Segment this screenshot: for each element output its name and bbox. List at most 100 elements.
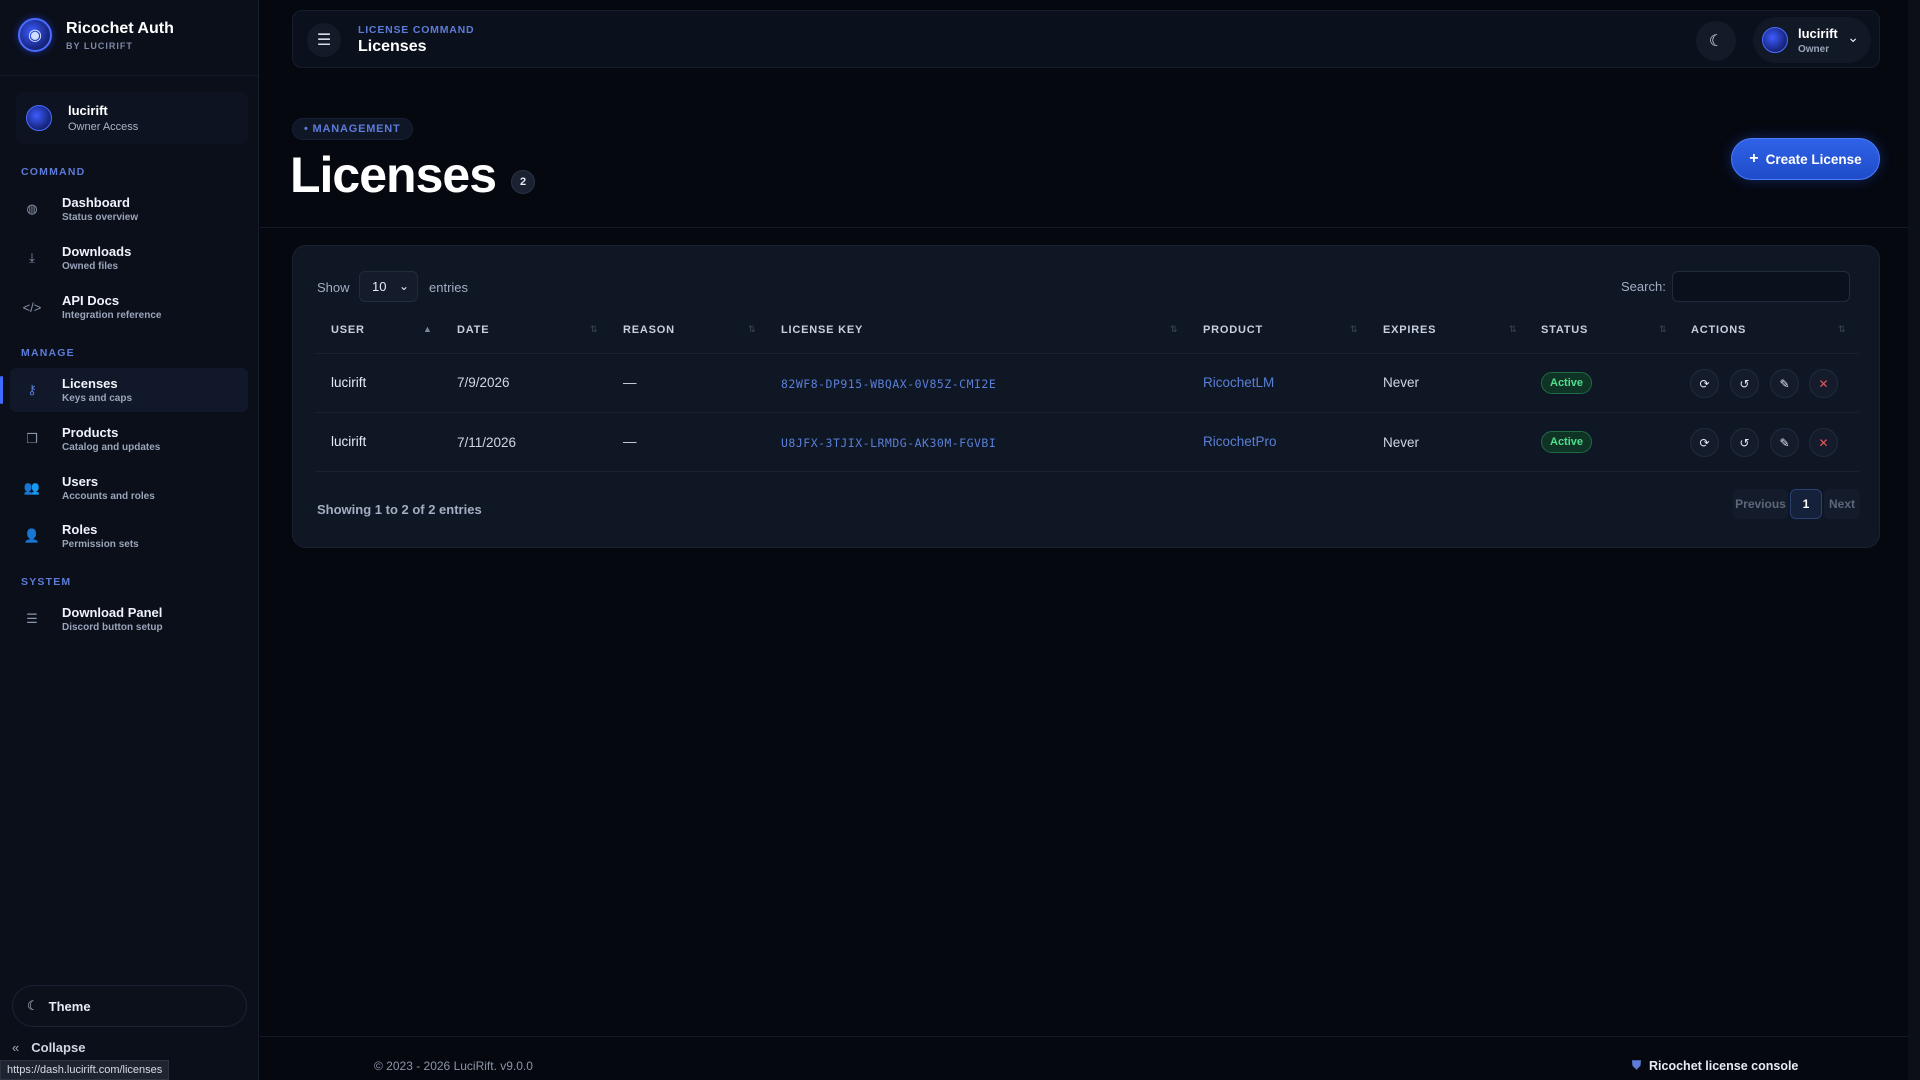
avatar xyxy=(1762,27,1788,53)
key-icon: ⚷ xyxy=(27,382,37,397)
dark-mode-button[interactable]: ☾ xyxy=(1696,21,1736,61)
close-icon: ✕ xyxy=(1818,376,1829,391)
sidebar-item-users[interactable]: 👥 Users Accounts and roles xyxy=(10,466,248,510)
column-header-license-key[interactable]: LICENSE KEY xyxy=(781,324,863,336)
footer-copyright: © 2023 - 2026 LuciRift. v9.0.0 xyxy=(374,1059,533,1073)
edit-button[interactable]: ✎ xyxy=(1770,428,1799,457)
delete-button[interactable]: ✕ xyxy=(1809,428,1838,457)
page-size-select[interactable]: 10 ⌄ xyxy=(359,271,418,302)
nav-sub: Accounts and roles xyxy=(62,491,155,502)
sidebar-divider xyxy=(0,75,259,76)
pagination-next[interactable]: Next xyxy=(1824,489,1860,519)
cell-user: lucirift xyxy=(331,375,367,390)
brand-sub: BY LUCIRIFT xyxy=(66,40,133,51)
brand-name: Ricochet Auth xyxy=(66,19,174,37)
chevron-down-icon: ⌄ xyxy=(1847,29,1859,45)
sort-asc-icon: ▲ xyxy=(423,324,432,334)
refresh-icon: ⟳ xyxy=(1699,435,1710,450)
page-size-value: 10 xyxy=(372,279,387,294)
row-divider xyxy=(315,412,1859,413)
cell-expires: Never xyxy=(1383,435,1420,450)
box-icon: ❒ xyxy=(26,431,38,446)
sidebar-user-card[interactable]: lucirift Owner Access xyxy=(16,92,248,144)
nav-title: Downloads xyxy=(62,244,132,259)
entries-summary: Showing 1 to 2 of 2 entries xyxy=(317,502,482,517)
close-icon: ✕ xyxy=(1818,435,1829,450)
section-label-system: SYSTEM xyxy=(21,576,72,588)
column-header-reason[interactable]: REASON xyxy=(623,324,675,336)
shield-icon: ⛊ xyxy=(1632,1058,1642,1072)
column-header-actions: ACTIONS xyxy=(1691,324,1747,336)
column-header-date[interactable]: DATE xyxy=(457,324,489,336)
topbar-title: Licenses xyxy=(358,38,427,55)
nav-title: Products xyxy=(62,425,119,440)
regenerate-button[interactable]: ⟳ xyxy=(1690,369,1719,398)
create-license-button[interactable]: + Create License xyxy=(1731,138,1880,180)
search-input[interactable] xyxy=(1672,271,1850,302)
sort-icon: ⇅ xyxy=(1509,324,1517,334)
sidebar: ◉ Ricochet Auth BY LUCIRIFT lucirift Own… xyxy=(0,0,259,1080)
sidebar-item-licenses[interactable]: ⚷ Licenses Keys and caps xyxy=(0,368,248,412)
section-pill: • MANAGEMENT xyxy=(292,118,413,140)
reset-button[interactable]: ↺ xyxy=(1730,428,1759,457)
cell-license-key[interactable]: U8JFX-3TJIX-LRMDG-AK30M-FGVBI xyxy=(781,436,996,450)
collapse-sidebar-button[interactable]: « Collapse xyxy=(12,1040,85,1055)
edit-button[interactable]: ✎ xyxy=(1770,369,1799,398)
nav-title: Licenses xyxy=(62,376,118,391)
footer-console-label: Ricochet license console xyxy=(1649,1058,1799,1073)
cell-license-key[interactable]: 82WF8-DP915-WBQAX-0V85Z-CMI2E xyxy=(781,377,996,391)
status-bar-url: https://dash.lucirift.com/licenses xyxy=(0,1060,170,1080)
column-header-product[interactable]: PRODUCT xyxy=(1203,324,1263,336)
sidebar-item-api-docs[interactable]: </> API Docs Integration reference xyxy=(10,285,248,329)
page-title: Licenses xyxy=(290,147,497,203)
sidebar-item-products[interactable]: ❒ Products Catalog and updates xyxy=(10,417,248,461)
sort-icon: ⇅ xyxy=(1170,324,1178,334)
chevrons-left-icon: « xyxy=(12,1040,20,1055)
column-header-status[interactable]: STATUS xyxy=(1541,324,1588,336)
reset-button[interactable]: ↺ xyxy=(1730,369,1759,398)
user-shield-icon: 👤 xyxy=(23,528,41,543)
column-header-expires[interactable]: EXPIRES xyxy=(1383,324,1436,336)
profile-role: Owner xyxy=(1798,43,1830,55)
collapse-label: Collapse xyxy=(31,1040,86,1055)
theme-label: Theme xyxy=(48,998,91,1014)
brand[interactable]: ◉ Ricochet Auth BY LUCIRIFT xyxy=(18,18,174,52)
delete-button[interactable]: ✕ xyxy=(1809,369,1838,398)
nav-sub: Catalog and updates xyxy=(62,442,161,453)
create-license-label: Create License xyxy=(1765,151,1862,167)
undo-icon: ↺ xyxy=(1739,435,1750,450)
regenerate-button[interactable]: ⟳ xyxy=(1690,428,1719,457)
nav-title: Users xyxy=(62,474,99,489)
sidebar-item-dashboard[interactable]: ◍ Dashboard Status overview xyxy=(10,187,248,231)
pagination-previous[interactable]: Previous xyxy=(1733,489,1788,519)
pagination-page[interactable]: 1 xyxy=(1790,489,1822,519)
theme-toggle-button[interactable]: ☾ Theme xyxy=(12,985,247,1027)
sort-icon: ⇅ xyxy=(1659,324,1667,334)
code-icon: </> xyxy=(22,299,42,315)
show-label: Show xyxy=(317,280,350,295)
scrollbar[interactable] xyxy=(1908,0,1920,1080)
sort-icon: ⇅ xyxy=(748,324,756,334)
edit-icon: ✎ xyxy=(1779,376,1790,391)
row-divider xyxy=(315,471,1859,472)
sidebar-item-roles[interactable]: 👤 Roles Permission sets xyxy=(10,514,248,558)
sidebar-item-downloads[interactable]: ⤓ Downloads Owned files xyxy=(10,236,248,280)
avatar xyxy=(26,105,52,131)
cell-product[interactable]: RicochetPro xyxy=(1203,434,1277,449)
column-header-user[interactable]: USER xyxy=(331,324,365,336)
cell-product[interactable]: RicochetLM xyxy=(1203,375,1274,390)
nav-sub: Status overview xyxy=(62,212,139,223)
refresh-icon: ⟳ xyxy=(1699,376,1710,391)
menu-toggle-button[interactable]: ☰ xyxy=(307,23,341,57)
sidebar-item-download-panel[interactable]: ☰ Download Panel Discord button setup xyxy=(10,597,248,641)
gauge-icon: ◍ xyxy=(26,201,38,216)
profile-menu-button[interactable]: lucirift Owner ⌄ xyxy=(1753,17,1871,63)
nav-sub: Integration reference xyxy=(62,310,162,321)
hamburger-icon: ☰ xyxy=(316,32,332,49)
footer-console: ⛊ Ricochet license console xyxy=(1632,1058,1798,1073)
cell-reason: — xyxy=(623,434,637,449)
cell-reason: — xyxy=(623,375,637,390)
section-label-command: COMMAND xyxy=(21,166,86,178)
moon-icon: ☾ xyxy=(1708,33,1724,50)
sort-icon: ⇅ xyxy=(1350,324,1358,334)
